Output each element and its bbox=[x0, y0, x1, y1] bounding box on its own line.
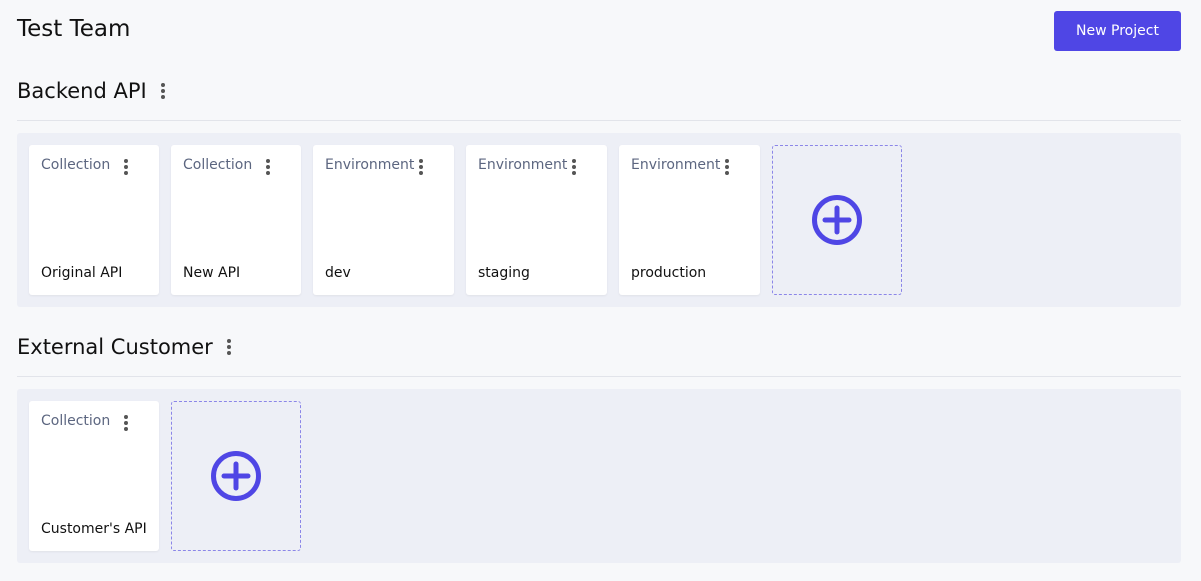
item-name: staging bbox=[478, 265, 530, 281]
add-item-button[interactable] bbox=[171, 401, 301, 551]
item-card[interactable]: Collection Original API bbox=[29, 145, 159, 295]
project-header: External Customer bbox=[17, 331, 1181, 363]
item-name: New API bbox=[183, 265, 241, 281]
plus-circle-icon bbox=[812, 195, 862, 245]
project-section-external-customer: External Customer Collection Customer's … bbox=[17, 331, 1181, 563]
item-card[interactable]: Collection Customer's API bbox=[29, 401, 159, 551]
project-menu-icon[interactable] bbox=[222, 336, 236, 358]
item-menu-icon[interactable] bbox=[261, 156, 275, 178]
item-name: dev bbox=[325, 265, 351, 281]
project-items-area: Collection Original API Collection New A… bbox=[17, 133, 1181, 307]
item-menu-icon[interactable] bbox=[119, 156, 133, 178]
item-type-label: Environment bbox=[631, 157, 721, 173]
project-section-backend-api: Backend API Collection Original API Coll… bbox=[17, 75, 1181, 307]
item-card[interactable]: Collection New API bbox=[171, 145, 301, 295]
project-items-area: Collection Customer's API bbox=[17, 389, 1181, 563]
project-title: External Customer bbox=[17, 335, 213, 359]
new-project-button[interactable]: New Project bbox=[1054, 11, 1181, 51]
item-menu-icon[interactable] bbox=[567, 156, 581, 178]
item-card[interactable]: Environment production bbox=[619, 145, 760, 295]
item-type-label: Collection bbox=[41, 157, 111, 173]
item-menu-icon[interactable] bbox=[720, 156, 734, 178]
item-type-label: Environment bbox=[478, 157, 568, 173]
project-menu-icon[interactable] bbox=[156, 80, 170, 102]
item-type-label: Environment bbox=[325, 157, 415, 173]
project-title: Backend API bbox=[17, 79, 147, 103]
item-card[interactable]: Environment staging bbox=[466, 145, 607, 295]
item-name: Original API bbox=[41, 265, 123, 281]
section-divider bbox=[17, 120, 1181, 121]
item-menu-icon[interactable] bbox=[119, 412, 133, 434]
team-page: Test Team New Project Backend API Collec… bbox=[0, 0, 1201, 581]
section-divider bbox=[17, 376, 1181, 377]
project-header: Backend API bbox=[17, 75, 1181, 107]
item-menu-icon[interactable] bbox=[414, 156, 428, 178]
item-name: production bbox=[631, 265, 707, 281]
item-name: Customer's API bbox=[41, 521, 147, 537]
item-type-label: Collection bbox=[41, 413, 111, 429]
plus-circle-icon bbox=[211, 451, 261, 501]
page-title: Test Team bbox=[17, 16, 131, 42]
item-type-label: Collection bbox=[183, 157, 253, 173]
add-item-button[interactable] bbox=[772, 145, 902, 295]
item-card[interactable]: Environment dev bbox=[313, 145, 454, 295]
